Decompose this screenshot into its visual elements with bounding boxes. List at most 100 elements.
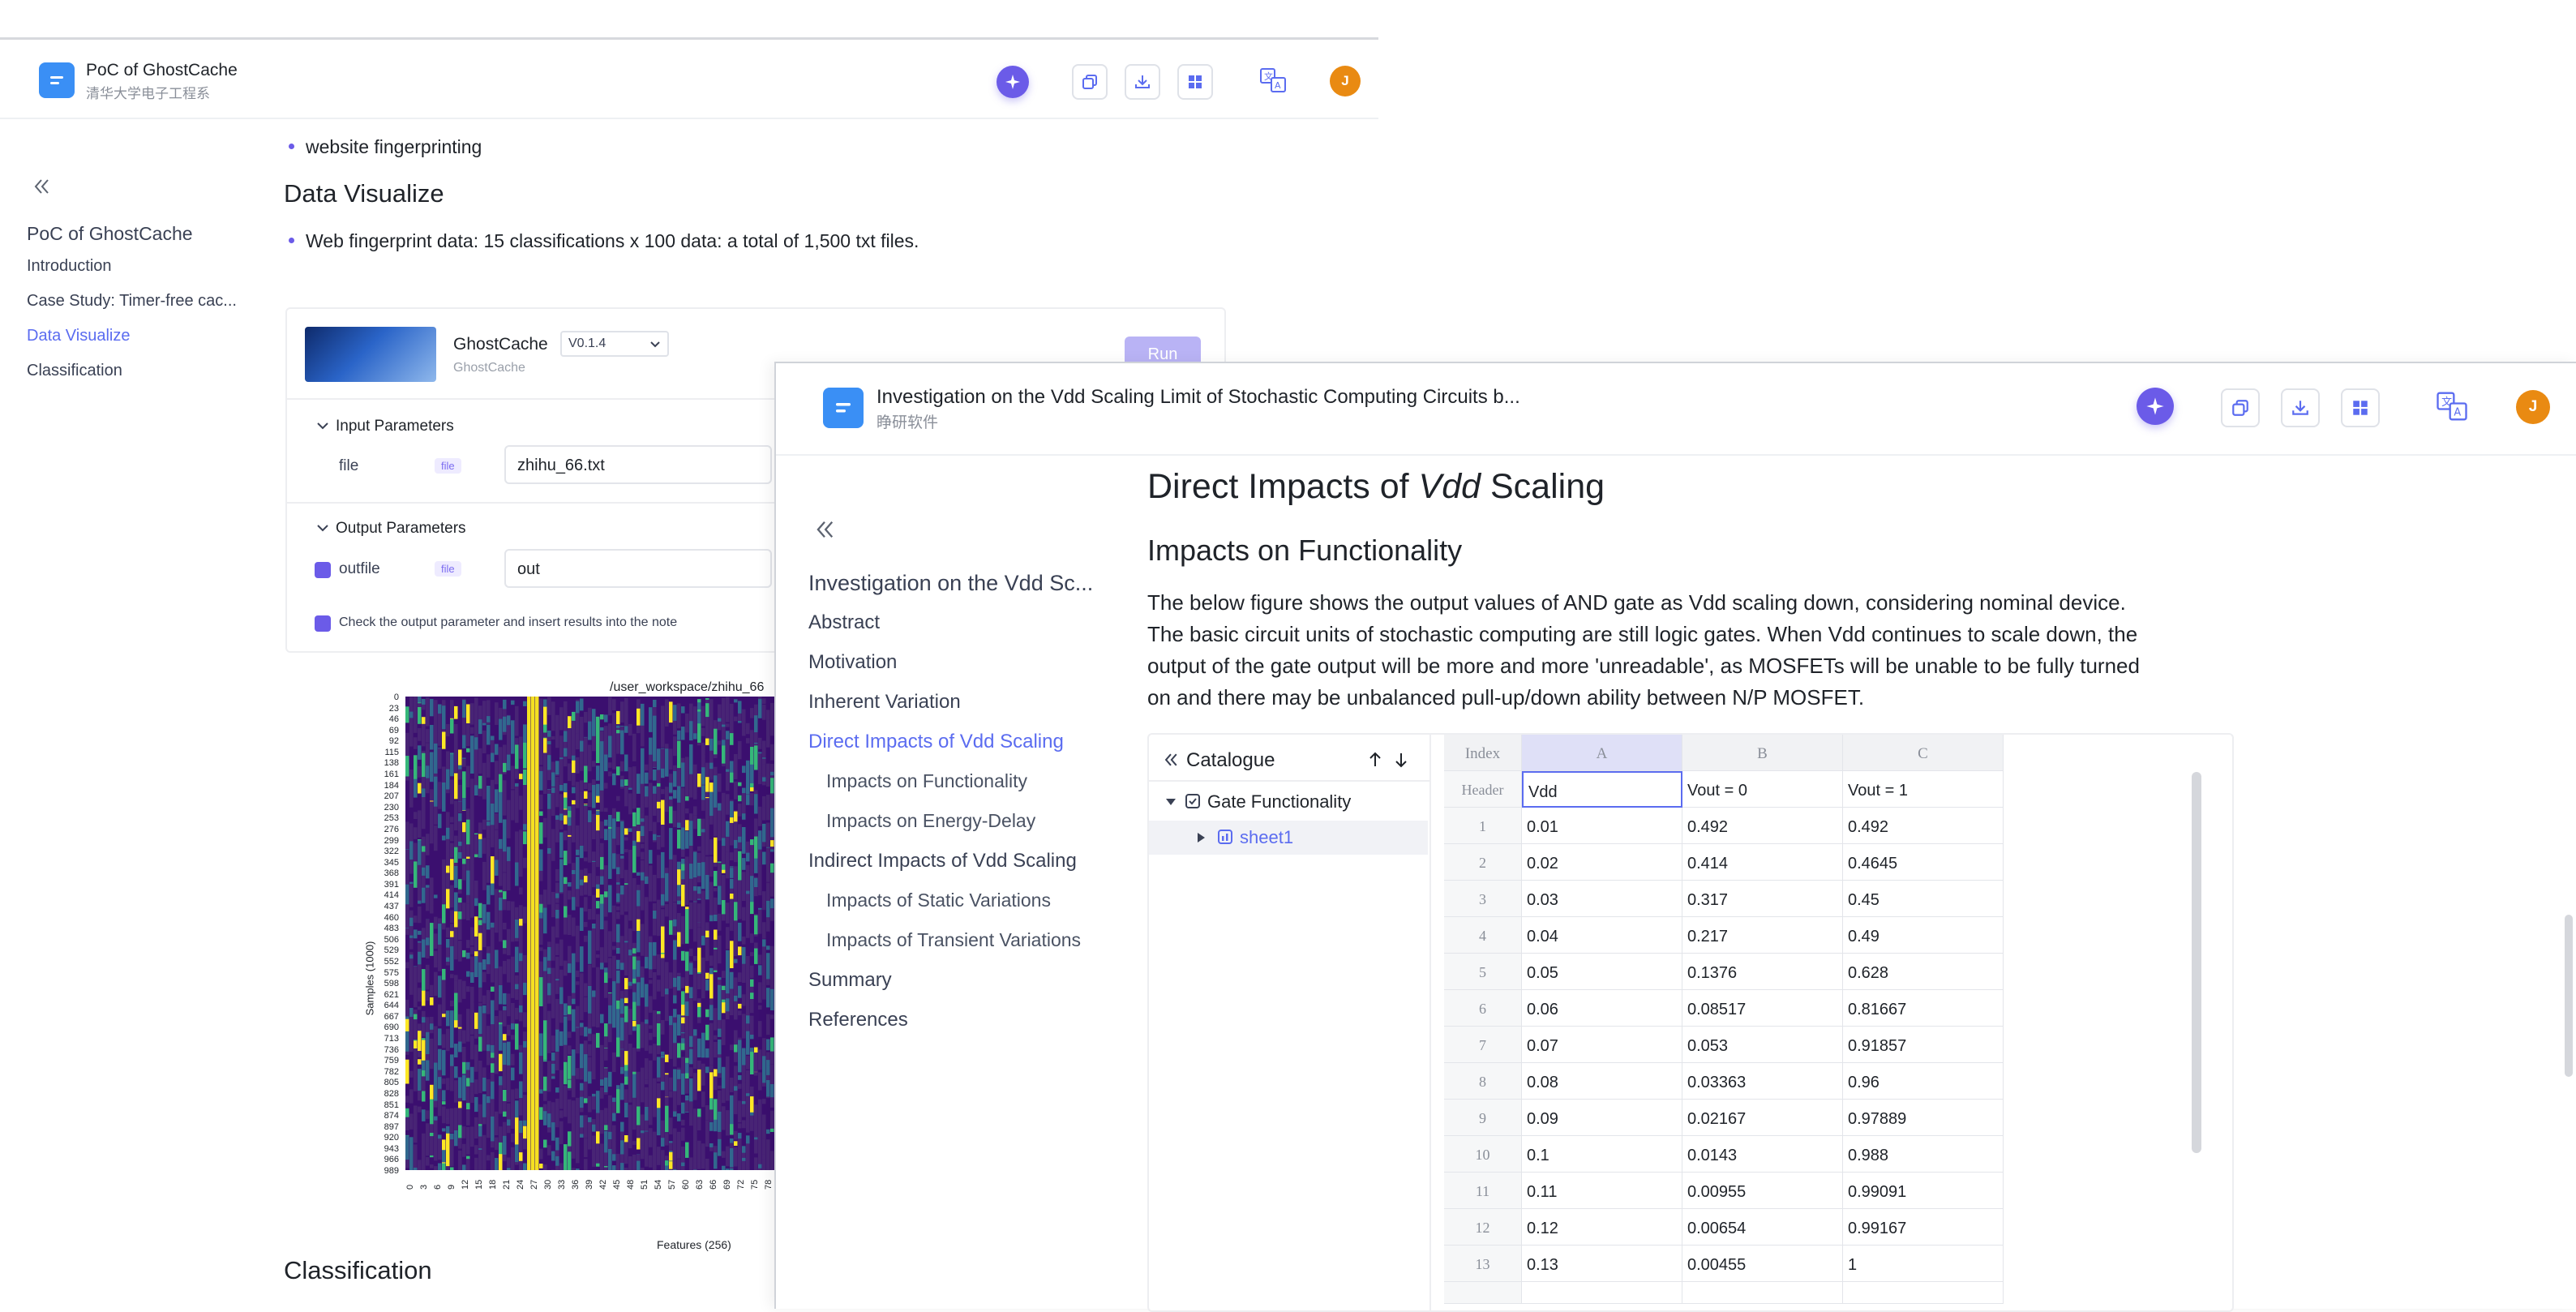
header-cell[interactable]: Vout = 1 bbox=[1843, 771, 2004, 808]
toc-item-direct-impacts[interactable]: Direct Impacts of Vdd Scaling bbox=[808, 731, 1064, 753]
row-index[interactable]: 5 bbox=[1444, 954, 1522, 990]
row-index[interactable]: 8 bbox=[1444, 1063, 1522, 1100]
toc-subitem-static-variations[interactable]: Impacts of Static Variations bbox=[826, 890, 1051, 911]
grid-scrollbar[interactable] bbox=[2192, 772, 2201, 1153]
nav-item-data-visualize[interactable]: Data Visualize bbox=[27, 327, 130, 345]
table-cell[interactable]: 0.00455 bbox=[1682, 1246, 1843, 1282]
copy-button[interactable] bbox=[1072, 64, 1108, 100]
window-scrollbar[interactable] bbox=[2565, 915, 2573, 1077]
table-cell[interactable]: 0.00654 bbox=[1682, 1209, 1843, 1246]
table-cell[interactable]: 0.4645 bbox=[1843, 844, 2004, 881]
table-cell[interactable]: 0.11 bbox=[1522, 1173, 1682, 1209]
table-cell[interactable]: 0.00955 bbox=[1682, 1173, 1843, 1209]
toc-item-references[interactable]: References bbox=[808, 1009, 908, 1031]
download-button[interactable] bbox=[2281, 388, 2320, 427]
table-cell[interactable]: 0.05 bbox=[1522, 954, 1682, 990]
table-cell[interactable]: 0.317 bbox=[1682, 881, 1843, 917]
selected-cell[interactable]: Vdd bbox=[1522, 771, 1682, 808]
double-chevron-left-icon[interactable] bbox=[1162, 751, 1180, 769]
toc-item-inherent-variation[interactable]: Inherent Variation bbox=[808, 691, 961, 714]
table-cell[interactable]: 0.217 bbox=[1682, 917, 1843, 954]
user-avatar[interactable]: J bbox=[1330, 66, 1361, 96]
toc-item-motivation[interactable]: Motivation bbox=[808, 651, 897, 674]
nav-item-introduction[interactable]: Introduction bbox=[27, 257, 112, 276]
table-cell[interactable]: 0.492 bbox=[1682, 808, 1843, 844]
ai-sparkle-button[interactable] bbox=[2137, 388, 2174, 425]
copy-button[interactable] bbox=[2221, 388, 2260, 427]
toc-item-summary[interactable]: Summary bbox=[808, 969, 892, 992]
apps-button[interactable] bbox=[2341, 388, 2380, 427]
ai-sparkle-button[interactable] bbox=[997, 66, 1029, 98]
nav-item-case-study[interactable]: Case Study: Timer-free cac... bbox=[27, 292, 237, 311]
sort-up-icon[interactable] bbox=[1366, 751, 1384, 769]
row-index[interactable]: 4 bbox=[1444, 917, 1522, 954]
row-index[interactable]: 2 bbox=[1444, 844, 1522, 881]
table-cell[interactable]: 0.96 bbox=[1843, 1063, 2004, 1100]
row-index[interactable]: 9 bbox=[1444, 1100, 1522, 1136]
row-index[interactable]: 13 bbox=[1444, 1246, 1522, 1282]
column-header[interactable]: A bbox=[1522, 735, 1682, 771]
header-cell[interactable]: Vout = 0 bbox=[1682, 771, 1843, 808]
table-cell[interactable]: 0.06 bbox=[1522, 990, 1682, 1027]
table-cell[interactable]: 0.91857 bbox=[1843, 1027, 2004, 1063]
nav-title[interactable]: PoC of GhostCache bbox=[27, 223, 193, 245]
translate-button[interactable]: 文A bbox=[1258, 66, 1288, 95]
toc-subitem-energy-delay[interactable]: Impacts on Energy-Delay bbox=[826, 810, 1035, 832]
table-cell[interactable]: 0.49 bbox=[1843, 917, 2004, 954]
table-cell[interactable]: 0.01 bbox=[1522, 808, 1682, 844]
table-cell[interactable]: 0.03363 bbox=[1682, 1063, 1843, 1100]
translate-button[interactable]: 文A bbox=[2435, 389, 2469, 423]
table-cell[interactable]: 0.45 bbox=[1843, 881, 2004, 917]
toc-item-indirect-impacts[interactable]: Indirect Impacts of Vdd Scaling bbox=[808, 850, 1077, 873]
table-cell[interactable]: 0.09 bbox=[1522, 1100, 1682, 1136]
row-index[interactable]: 3 bbox=[1444, 881, 1522, 917]
row-index[interactable]: 10 bbox=[1444, 1136, 1522, 1173]
column-header[interactable]: B bbox=[1682, 735, 1843, 771]
table-cell[interactable]: 0.07 bbox=[1522, 1027, 1682, 1063]
output-params-label[interactable]: Output Parameters bbox=[336, 520, 466, 538]
caret-down-icon[interactable] bbox=[1165, 796, 1177, 808]
toc-title[interactable]: Investigation on the Vdd Sc... bbox=[808, 571, 1093, 596]
table-cell[interactable]: 0.97889 bbox=[1843, 1100, 2004, 1136]
table-cell[interactable]: 0.08 bbox=[1522, 1063, 1682, 1100]
insert-results-checkbox[interactable] bbox=[315, 615, 331, 632]
row-header-label[interactable]: Header bbox=[1444, 771, 1522, 808]
nav-item-classification[interactable]: Classification bbox=[27, 362, 122, 380]
row-index[interactable]: 12 bbox=[1444, 1209, 1522, 1246]
row-index[interactable]: 7 bbox=[1444, 1027, 1522, 1063]
user-avatar[interactable]: J bbox=[2516, 390, 2550, 424]
collapse-sidebar-button[interactable] bbox=[31, 176, 52, 197]
table-cell[interactable]: 0.08517 bbox=[1682, 990, 1843, 1027]
table-cell[interactable]: 0.02 bbox=[1522, 844, 1682, 881]
row-index[interactable]: 6 bbox=[1444, 990, 1522, 1027]
toc-subitem-functionality[interactable]: Impacts on Functionality bbox=[826, 770, 1027, 792]
table-cell[interactable]: 1 bbox=[1843, 1246, 2004, 1282]
table-cell[interactable]: 0.99167 bbox=[1843, 1209, 2004, 1246]
collapse-toc-button[interactable] bbox=[812, 517, 837, 542]
table-cell[interactable]: 0.0143 bbox=[1682, 1136, 1843, 1173]
version-select[interactable]: V0.1.4 bbox=[560, 331, 669, 357]
table-cell[interactable]: 0.02167 bbox=[1682, 1100, 1843, 1136]
input-params-label[interactable]: Input Parameters bbox=[336, 418, 454, 435]
outfile-checkbox[interactable] bbox=[315, 562, 331, 578]
table-cell[interactable]: 0.13 bbox=[1522, 1246, 1682, 1282]
column-header[interactable]: C bbox=[1843, 735, 2004, 771]
outfile-input[interactable]: out bbox=[504, 549, 772, 588]
table-cell[interactable]: 0.628 bbox=[1843, 954, 2004, 990]
table-cell[interactable]: 0.492 bbox=[1843, 808, 2004, 844]
table-cell[interactable]: 0.1 bbox=[1522, 1136, 1682, 1173]
table-cell[interactable]: 0.99091 bbox=[1843, 1173, 2004, 1209]
catalogue-folder[interactable]: Gate Functionality bbox=[1207, 791, 1351, 812]
row-index[interactable]: 1 bbox=[1444, 808, 1522, 844]
table-cell[interactable]: 0.053 bbox=[1682, 1027, 1843, 1063]
row-index[interactable]: 11 bbox=[1444, 1173, 1522, 1209]
table-cell[interactable]: 0.81667 bbox=[1843, 990, 2004, 1027]
file-input[interactable]: zhihu_66.txt bbox=[504, 445, 772, 484]
table-cell[interactable]: 0.12 bbox=[1522, 1209, 1682, 1246]
table-cell[interactable]: 0.03 bbox=[1522, 881, 1682, 917]
apps-button[interactable] bbox=[1177, 64, 1213, 100]
catalogue-sheet-row[interactable]: sheet1 bbox=[1149, 821, 1428, 855]
table-cell[interactable]: 0.1376 bbox=[1682, 954, 1843, 990]
table-cell[interactable]: 0.414 bbox=[1682, 844, 1843, 881]
toc-item-abstract[interactable]: Abstract bbox=[808, 611, 880, 634]
